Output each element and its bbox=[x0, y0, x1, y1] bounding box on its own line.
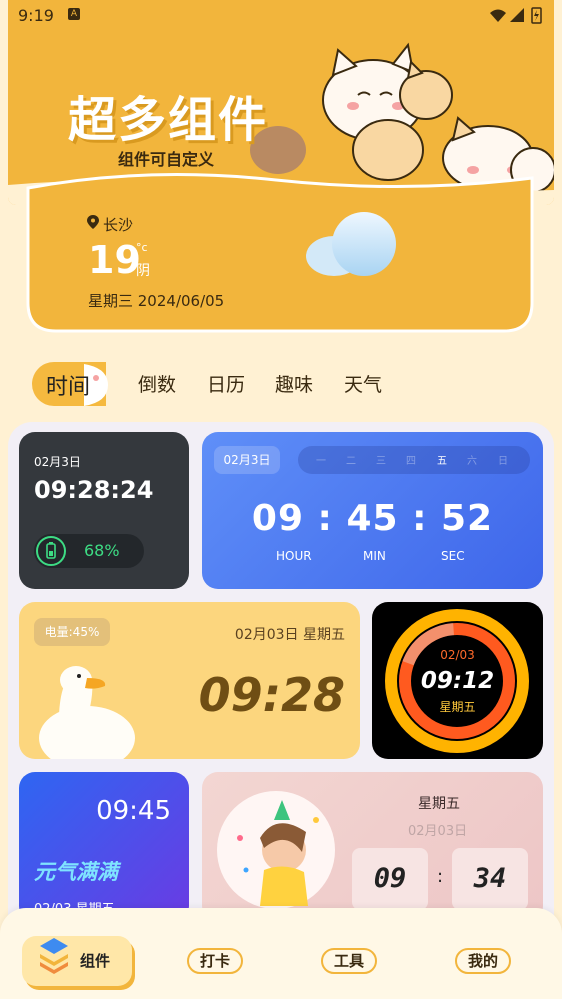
tab-fun[interactable]: 趣味 bbox=[275, 370, 313, 397]
sec-label: SEC bbox=[441, 549, 465, 563]
widget-time: 09:45 bbox=[96, 796, 171, 826]
widget-duck-clock[interactable]: 电量:45% 02月03日 星期五 09:28 bbox=[19, 602, 360, 759]
time-separator: : bbox=[437, 866, 444, 887]
signal-icon bbox=[510, 8, 524, 22]
widget-blue-clock[interactable]: 02月3日 一 二 三 四 五 六 日 09 : 45 : 52 HOUR MI… bbox=[202, 432, 543, 589]
status-time: 9:19 bbox=[18, 6, 54, 25]
widget-time: 09:28 bbox=[198, 668, 345, 722]
weekday: 一 bbox=[316, 456, 326, 467]
widget-date: 02月3日 bbox=[34, 455, 81, 469]
hour-label: HOUR bbox=[276, 549, 312, 563]
weather-temperature: 19 bbox=[88, 238, 141, 282]
minute-flip-card: 34 bbox=[452, 848, 528, 910]
party-girl-avatar-icon bbox=[217, 791, 335, 909]
widget-weekday: 星期五 bbox=[418, 796, 460, 812]
widget-ring-clock[interactable]: 02/03 09:12 星期五 bbox=[372, 602, 543, 759]
wifi-icon bbox=[490, 9, 506, 22]
tab-calendar[interactable]: 日历 bbox=[207, 370, 245, 397]
battery-icon bbox=[36, 536, 66, 566]
widget-time: 09:12 bbox=[420, 668, 495, 694]
battery-badge: 电量:45% bbox=[34, 618, 110, 646]
widget-energy-clock[interactable]: 09:45 元气满满 02/03 星期五 bbox=[19, 772, 189, 922]
weather-date: 星期三 2024/06/05 bbox=[88, 292, 225, 310]
weekday: 四 bbox=[406, 456, 416, 467]
widget-stack-icon bbox=[40, 938, 68, 974]
weather-unit: °c bbox=[136, 241, 148, 254]
min-label: MIN bbox=[363, 549, 386, 563]
notification-icon: A bbox=[68, 8, 80, 20]
battery-percent: 68% bbox=[84, 541, 120, 560]
widget-date: 02月3日 bbox=[214, 446, 280, 474]
weather-card[interactable]: 长沙 19 °c 阴 星期三 2024/06/05 bbox=[26, 168, 534, 333]
tab-time[interactable]: 时间 bbox=[46, 369, 90, 401]
status-icons bbox=[490, 7, 542, 24]
nav-mine[interactable]: 我的 bbox=[455, 948, 511, 974]
tab-countdown[interactable]: 倒数 bbox=[138, 370, 176, 397]
widget-date: 02月03日 星期五 bbox=[234, 627, 345, 643]
status-bar: 9:19 A bbox=[0, 0, 562, 32]
weekday: 二 bbox=[346, 456, 356, 467]
widget-date: 02/03 bbox=[440, 648, 475, 662]
widget-date: 02月03日 bbox=[408, 824, 468, 839]
weekday-strip: 一 二 三 四 五 六 日 bbox=[298, 446, 530, 474]
weekday-active: 五 bbox=[437, 456, 447, 467]
widget-dark-clock[interactable]: 02月3日 09:28:24 68% bbox=[19, 432, 189, 589]
duck-icon bbox=[39, 666, 135, 759]
location-pin-icon bbox=[87, 215, 99, 229]
tab-weather[interactable]: 天气 bbox=[344, 370, 382, 397]
widget-time: 09:28:24 bbox=[34, 476, 154, 504]
weather-city: 长沙 bbox=[103, 216, 134, 234]
hour-flip-card: 09 bbox=[352, 848, 428, 910]
weekday: 六 bbox=[467, 456, 477, 467]
nav-checkin[interactable]: 打卡 bbox=[187, 948, 243, 974]
cloud-icon bbox=[306, 212, 396, 276]
weather-condition: 阴 bbox=[136, 263, 150, 279]
banner-title: 超多组件 bbox=[68, 92, 269, 148]
widget-pink-flip-clock[interactable]: 星期五 02月03日 09 : 34 bbox=[202, 772, 543, 922]
nav-tools[interactable]: 工具 bbox=[321, 948, 377, 974]
widget-weekday: 星期五 bbox=[439, 700, 476, 714]
nav-widgets-label: 组件 bbox=[80, 952, 111, 970]
widget-clock: 09 : 45 : 52 bbox=[251, 498, 494, 539]
weekday: 日 bbox=[498, 456, 508, 467]
bottom-nav: 组件 打卡 工具 我的 bbox=[0, 908, 562, 999]
battery-pill: 68% bbox=[34, 534, 144, 568]
widget-slogan: 元气满满 bbox=[34, 860, 118, 884]
weekday: 三 bbox=[376, 456, 386, 467]
banner-subtitle: 组件可自定义 bbox=[118, 150, 215, 169]
